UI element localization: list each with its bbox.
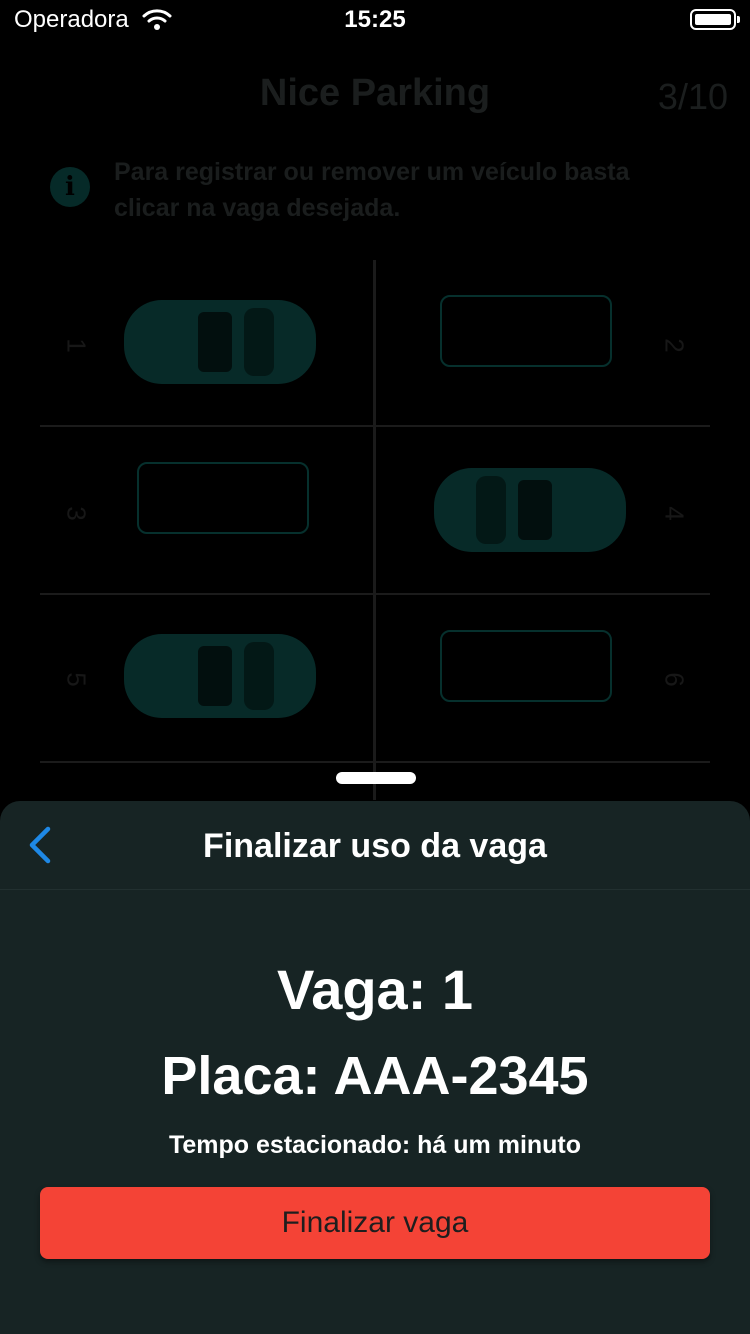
plate-label: Placa: AAA-2345 — [161, 1046, 589, 1106]
bottom-sheet: Finalizar uso da vaga Vaga: 1 Placa: AAA… — [0, 801, 750, 1334]
empty-slot-outline — [137, 462, 309, 534]
sheet-drag-handle[interactable] — [336, 772, 416, 784]
sheet-title: Finalizar uso da vaga — [203, 827, 547, 865]
car-icon — [434, 468, 626, 552]
row-divider — [40, 425, 710, 427]
info-icon: i — [50, 167, 90, 207]
battery-icon — [690, 9, 740, 30]
slot-number: 1 — [61, 338, 92, 353]
car-icon — [124, 300, 316, 384]
page-title: Nice Parking — [259, 72, 491, 114]
slot-label: Vaga: 1 — [276, 958, 474, 1021]
clock: 15:25 — [344, 6, 406, 33]
empty-slot-outline — [440, 630, 612, 702]
occupancy-count: 3/10 — [657, 76, 728, 117]
slot-number: 6 — [659, 672, 690, 687]
status-bar: Operadora 15:25 — [0, 0, 750, 40]
slot-number: 4 — [659, 506, 690, 521]
info-text: Para registrar ou remover um veículo bas… — [114, 158, 630, 222]
sheet-header: Finalizar uso da vaga — [0, 801, 750, 890]
slot-number: 3 — [61, 506, 92, 521]
parked-time-label: Tempo estacionado: há um minuto — [168, 1131, 582, 1159]
row-divider — [40, 593, 710, 595]
slot-number: 2 — [659, 338, 690, 353]
slot-number: 5 — [61, 672, 92, 687]
car-icon — [124, 634, 316, 718]
parking-lot: 1 2 3 4 5 6 — [0, 260, 750, 800]
row-divider — [40, 761, 710, 763]
lot-divider — [373, 260, 376, 800]
finalize-button[interactable]: Finalizar vaga — [40, 1187, 710, 1259]
empty-slot-outline — [440, 295, 612, 367]
